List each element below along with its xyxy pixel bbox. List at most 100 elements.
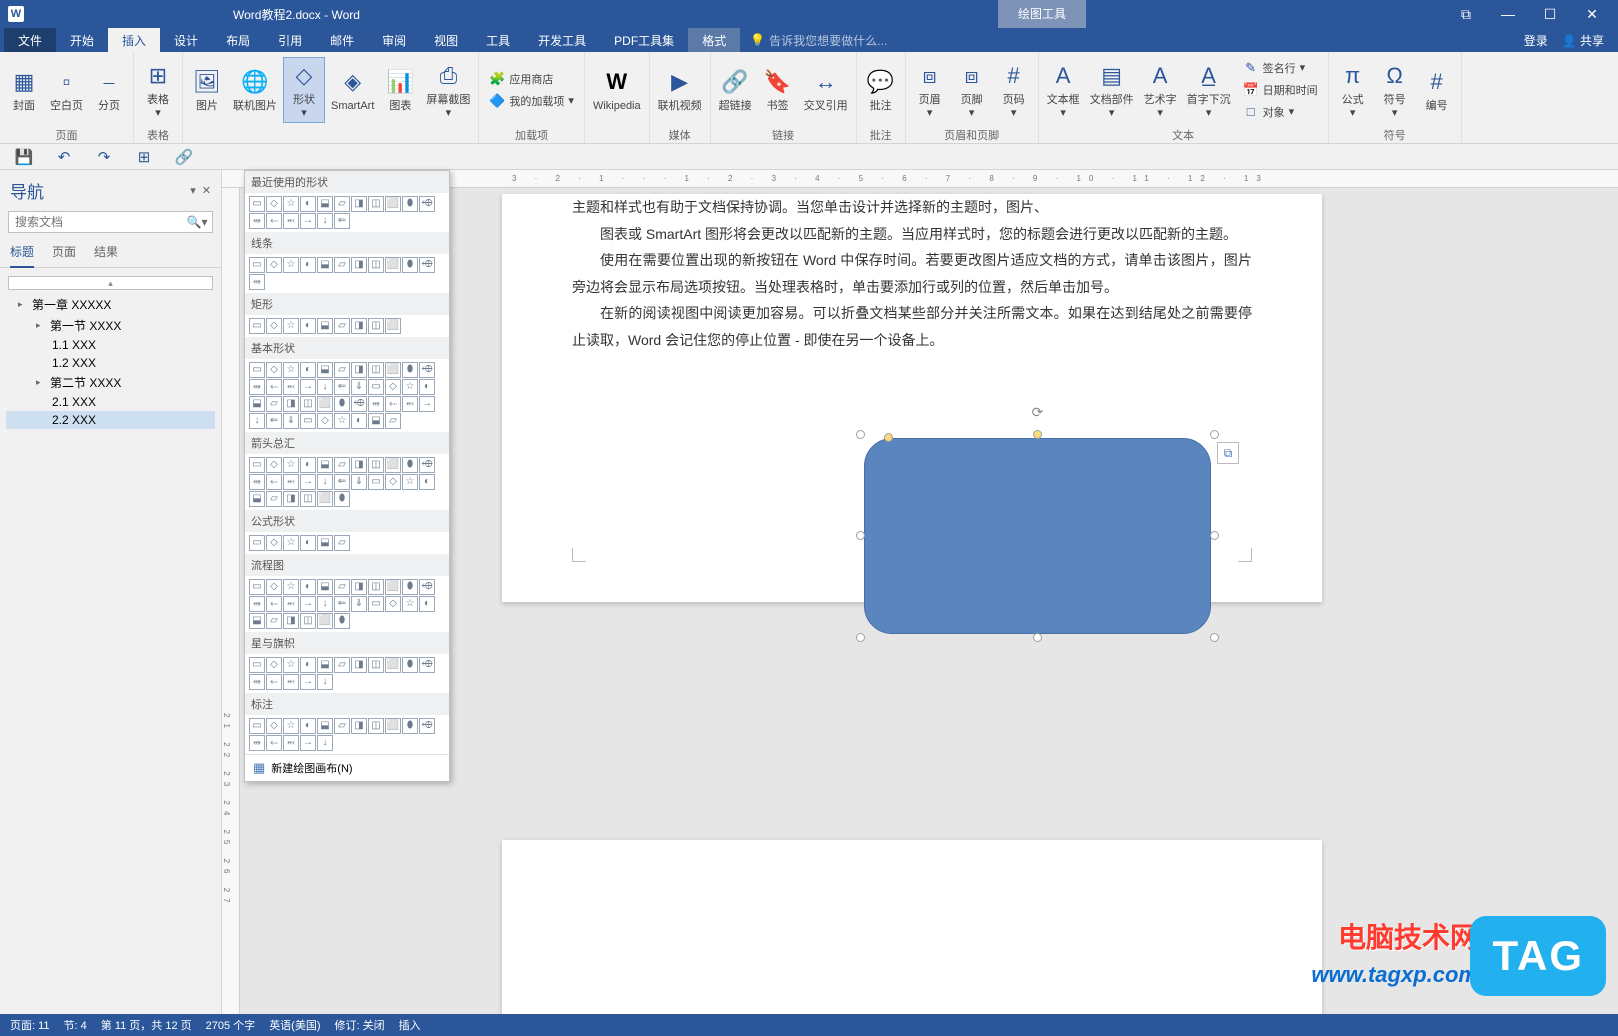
shape-option[interactable]: ⬮ (402, 196, 418, 212)
shape-option[interactable]: ⬓ (317, 657, 333, 673)
status-section[interactable]: 节: 4 (64, 1017, 87, 1033)
shape-option[interactable]: ⬻ (283, 735, 299, 751)
shape-option[interactable]: ▭ (249, 535, 265, 551)
tab-file[interactable]: 文件 (4, 28, 56, 52)
shape-option[interactable]: ↓ (317, 735, 333, 751)
shape-option[interactable]: ⬜ (385, 718, 401, 734)
shape-option[interactable]: ☆ (283, 718, 299, 734)
shape-option[interactable]: ⬓ (249, 613, 265, 629)
shape-option[interactable]: ▱ (266, 491, 282, 507)
bookmark-button[interactable]: 🔖书签 (758, 57, 798, 123)
shape-option[interactable]: ◨ (351, 657, 367, 673)
shape-option[interactable]: ◨ (351, 318, 367, 334)
tab-format[interactable]: 格式 (688, 28, 740, 52)
shape-option[interactable]: ▭ (249, 579, 265, 595)
shape-option[interactable]: ▱ (385, 413, 401, 429)
minimize-button[interactable]: — (1488, 0, 1528, 28)
nav-tab-results[interactable]: 结果 (94, 243, 118, 267)
number-button[interactable]: #编号 (1417, 57, 1457, 123)
shape-option[interactable]: ⬜ (385, 579, 401, 595)
shape-option[interactable]: ▱ (266, 613, 282, 629)
shapes-button[interactable]: ◇形状▾ (283, 57, 325, 123)
cover-page-button[interactable]: ▦封面 (4, 57, 44, 123)
shape-option[interactable]: ☆ (334, 413, 350, 429)
tree-item[interactable]: 1.2 XXX (6, 354, 215, 372)
shape-option[interactable]: ⬮ (402, 257, 418, 273)
shape-option[interactable]: ◨ (351, 362, 367, 378)
shape-option[interactable]: ⬲ (419, 718, 435, 734)
shape-option[interactable]: ⬸ (266, 735, 282, 751)
status-revisions[interactable]: 修订: 关闭 (335, 1017, 385, 1033)
shape-option[interactable]: ◫ (368, 257, 384, 273)
shape-option[interactable]: ◫ (300, 396, 316, 412)
shape-option[interactable]: ◇ (385, 379, 401, 395)
ribbon-display-options-button[interactable]: ⧉ (1446, 0, 1486, 28)
shape-option[interactable]: ▭ (249, 362, 265, 378)
shape-option[interactable]: ⬜ (385, 196, 401, 212)
online-picture-button[interactable]: 🌐联机图片 (229, 57, 281, 123)
shape-option[interactable]: ▭ (249, 196, 265, 212)
shape-option[interactable]: ⬲ (419, 457, 435, 473)
shape-option[interactable]: ⬸ (385, 396, 401, 412)
shape-option[interactable]: ⇐ (334, 474, 350, 490)
shape-option[interactable]: ◐ (300, 535, 316, 551)
tab-review[interactable]: 审阅 (368, 28, 420, 52)
shape-option[interactable]: ▱ (334, 535, 350, 551)
shape-option[interactable]: ▱ (334, 318, 350, 334)
shape-option[interactable]: ▭ (249, 718, 265, 734)
shape-option[interactable]: ◫ (300, 613, 316, 629)
shape-option[interactable]: ◨ (351, 718, 367, 734)
shape-option[interactable]: ⬜ (317, 613, 333, 629)
shape-option[interactable]: ◫ (368, 318, 384, 334)
shape-option[interactable]: ◇ (266, 457, 282, 473)
shape-option[interactable]: ⬵ (249, 274, 265, 290)
share-button[interactable]: 👤 共享 (1562, 32, 1604, 49)
shape-option[interactable]: ◇ (266, 362, 282, 378)
shape-option[interactable]: ▭ (249, 257, 265, 273)
shape-option[interactable]: ⇓ (351, 596, 367, 612)
shape-option[interactable]: ◐ (300, 196, 316, 212)
shape-option[interactable]: ◫ (368, 196, 384, 212)
shape-option[interactable]: ⬓ (317, 457, 333, 473)
shape-option[interactable]: ⬮ (334, 491, 350, 507)
tree-item[interactable]: 1.1 XXX (6, 336, 215, 354)
shape-option[interactable]: ▭ (300, 413, 316, 429)
shape-option[interactable]: ⬓ (317, 535, 333, 551)
shape-option[interactable]: ◫ (368, 657, 384, 673)
nav-collapse-button[interactable]: ▴ (8, 276, 213, 290)
shape-option[interactable]: ⬸ (266, 379, 282, 395)
shape-option[interactable]: ◫ (368, 457, 384, 473)
tell-me-search[interactable]: 💡 告诉我您想要做什么... (740, 28, 1523, 52)
wordart-button[interactable]: A艺术字▾ (1140, 57, 1181, 123)
footer-button[interactable]: ⧈页脚▾ (952, 57, 992, 123)
shape-option[interactable]: ↓ (317, 596, 333, 612)
nav-dropdown-button[interactable]: ▾ (190, 184, 196, 197)
shape-option[interactable]: ⬓ (317, 579, 333, 595)
shape-option[interactable]: ☆ (283, 457, 299, 473)
shape-option[interactable]: ☆ (283, 196, 299, 212)
shape-option[interactable]: ⬲ (419, 362, 435, 378)
shape-option[interactable]: ◐ (300, 362, 316, 378)
shape-option[interactable]: ⬲ (419, 579, 435, 595)
qat-table-button[interactable]: ⊞ (132, 145, 156, 169)
smartart-button[interactable]: ◈SmartArt (327, 57, 378, 123)
shape-option[interactable]: ◐ (419, 379, 435, 395)
shape-option[interactable]: ▱ (266, 396, 282, 412)
shape-option[interactable]: ▱ (334, 362, 350, 378)
undo-button[interactable]: ↶ (52, 145, 76, 169)
shape-option[interactable]: ▱ (334, 718, 350, 734)
redo-button[interactable]: ↷ (92, 145, 116, 169)
save-button[interactable]: 💾 (12, 145, 36, 169)
tab-references[interactable]: 引用 (264, 28, 316, 52)
shape-option[interactable]: ☆ (402, 596, 418, 612)
shape-option[interactable]: ⬵ (249, 213, 265, 229)
shape-option[interactable]: ⬻ (283, 379, 299, 395)
object-button[interactable]: □对象 ▾ (1237, 101, 1324, 123)
shape-option[interactable]: ◇ (385, 474, 401, 490)
shape-option[interactable]: ⬜ (385, 362, 401, 378)
shape-option[interactable]: ⬮ (402, 579, 418, 595)
nav-search-button[interactable]: 🔍▾ (183, 213, 211, 231)
shape-option[interactable]: ⬓ (249, 491, 265, 507)
shape-option[interactable]: ◫ (368, 579, 384, 595)
shape-option[interactable]: ☆ (283, 657, 299, 673)
